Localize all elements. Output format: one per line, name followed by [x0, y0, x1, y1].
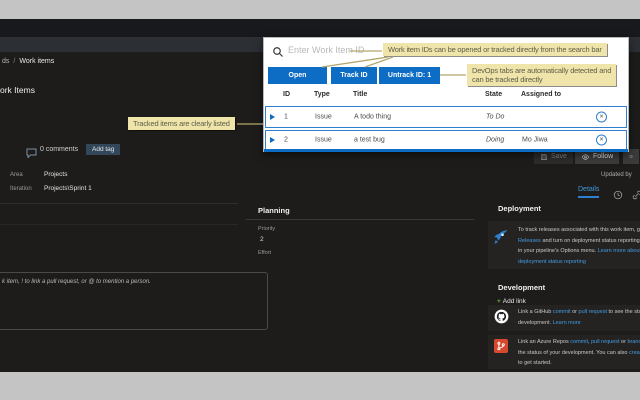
text-run: or: [570, 309, 579, 315]
github-icon: [494, 309, 509, 329]
plus-icon: +: [497, 298, 501, 305]
github-link-card: Link a GitHub commit or pull request to …: [488, 305, 640, 331]
screen: ☆ ds/Work items ork Items Tracked items …: [0, 0, 640, 400]
effort-label: Effort: [258, 250, 272, 256]
cell-title: a test bug: [354, 136, 385, 144]
circular-glyph-icon: [629, 155, 633, 158]
text-run: Link a GitHub: [518, 309, 553, 315]
cell-id: 2: [284, 136, 288, 144]
annotation-tracked-items: Tracked items are clearly listed: [128, 117, 235, 130]
updated-by-label: Updated by: [601, 172, 632, 178]
priority-value[interactable]: 2: [260, 236, 264, 243]
text-link[interactable]: Releases: [518, 238, 541, 244]
area-field-value[interactable]: Projects: [44, 171, 67, 178]
add-link-label: Add link: [502, 298, 526, 305]
annotation-devops-tabs-line2: can be tracked directly: [472, 75, 543, 84]
cell-id: 1: [284, 113, 288, 121]
text-link[interactable]: Learn more: [553, 320, 581, 326]
discussion-placeholder: k item, ! to link a pull request, or @ t…: [2, 279, 151, 285]
text-link[interactable]: create a branch: [629, 350, 640, 356]
cell-type: Issue: [315, 136, 332, 144]
row-expander-icon[interactable]: [270, 137, 275, 143]
breadcrumb-separator: /: [13, 58, 16, 65]
table-row[interactable]: 2 Issue a test bug Doing Mo Jiwa ×: [265, 130, 627, 150]
save-label: Save: [551, 153, 567, 160]
cell-state: Doing: [486, 136, 505, 144]
page-title: ork Items: [0, 85, 35, 95]
tab-details[interactable]: Details: [578, 186, 600, 198]
text-link[interactable]: Learn more about: [598, 248, 640, 254]
text-link[interactable]: commit: [570, 339, 588, 345]
text-link[interactable]: deployment status reporting: [518, 259, 586, 265]
comments-count[interactable]: 0 comments: [40, 146, 78, 153]
left-column-divider-2: [0, 224, 238, 225]
text-run: the status of your development. You can …: [518, 349, 629, 356]
col-header-id: ID: [283, 91, 290, 98]
area-field-label: Area: [10, 172, 23, 178]
deployment-heading: Deployment: [498, 204, 541, 213]
add-link-button[interactable]: + Add link: [497, 298, 526, 305]
comments-icon: [26, 145, 38, 163]
save-floppy-icon: [541, 153, 547, 160]
col-header-state: State: [485, 91, 503, 98]
search-icon: [272, 45, 284, 63]
azure-repos-link-text: Link an Azure Repos commit, pull request…: [518, 337, 640, 369]
azure-repos-link-card: Link an Azure Repos commit, pull request…: [488, 335, 640, 369]
breadcrumb-current[interactable]: Work items: [19, 58, 54, 65]
text-run: development.: [518, 319, 553, 326]
annotation-devops-tabs-line1: DevOps tabs are automatically detected a…: [472, 66, 612, 75]
col-header-assigned: Assigned to: [521, 91, 562, 98]
track-id-button[interactable]: Track ID: [331, 67, 377, 84]
desktop-background-strip: [0, 0, 640, 19]
text-link[interactable]: pull request: [591, 339, 619, 345]
col-header-type: Type: [314, 91, 330, 98]
azure-repos-icon: [494, 339, 508, 353]
col-header-title: Title: [353, 91, 368, 98]
cell-assigned: Mo Jiwa: [522, 136, 548, 144]
cell-title: A todo thing: [354, 113, 391, 121]
desktop-bottom-strip: [0, 372, 640, 400]
untrack-row-icon[interactable]: ×: [596, 111, 607, 123]
links-tab-icon[interactable]: [632, 187, 640, 200]
cell-state: To Do: [486, 113, 505, 121]
follow-label: Follow: [593, 153, 614, 160]
work-item-id-search-input[interactable]: [288, 42, 380, 58]
text-run: to get started.: [518, 360, 552, 366]
follow-eye-icon: [581, 153, 590, 160]
text-run: and turn on deployment status reporting: [540, 237, 640, 244]
breadcrumb[interactable]: ds / Work items: [2, 58, 54, 65]
row-expander-icon[interactable]: [270, 114, 275, 120]
text-link[interactable]: pull request: [579, 309, 607, 315]
rocket-icon: [492, 228, 510, 251]
history-tab-icon[interactable]: [613, 187, 623, 200]
extension-popup: Work item IDs can be opened or tracked d…: [263, 37, 629, 152]
text-run: in your pipeline's Options menu.: [518, 248, 598, 254]
iteration-field-label: Iteration: [10, 186, 32, 192]
deployment-info-card: To track releases associated with this w…: [488, 221, 640, 269]
text-link[interactable]: commit: [553, 309, 571, 315]
text-run: To track releases associated with this w…: [518, 227, 640, 233]
priority-label: Priority: [258, 226, 276, 232]
table-header-row: ID Type Title State Assigned to: [265, 91, 627, 103]
browser-toolbar: ☆: [0, 19, 640, 54]
add-tag-button[interactable]: Add tag: [86, 144, 121, 155]
left-column-divider: [0, 203, 238, 204]
open-button[interactable]: Open: [268, 67, 327, 84]
text-run: to see the status of: [608, 309, 640, 315]
untrack-row-icon[interactable]: ×: [596, 134, 607, 146]
text-link[interactable]: branch: [627, 339, 640, 345]
iteration-field-value[interactable]: Projects\Sprint 1: [44, 185, 92, 192]
text-run: Link an Azure Repos: [518, 339, 571, 345]
github-link-text: Link a GitHub commit or pull request to …: [518, 307, 640, 328]
untrack-id-button[interactable]: Untrack ID: 1: [379, 67, 440, 84]
popup-bottom-accent-bar: [264, 149, 628, 152]
table-row[interactable]: 1 Issue A todo thing To Do ×: [265, 106, 627, 128]
annotation-search-bar: Work item IDs can be opened or tracked d…: [383, 43, 607, 56]
planning-heading: Planning: [246, 204, 474, 220]
annotation-devops-tabs: DevOps tabs are automatically detected a…: [467, 64, 617, 86]
cell-type: Issue: [315, 113, 332, 121]
deployment-text: To track releases associated with this w…: [518, 225, 640, 267]
development-heading: Development: [498, 283, 546, 292]
